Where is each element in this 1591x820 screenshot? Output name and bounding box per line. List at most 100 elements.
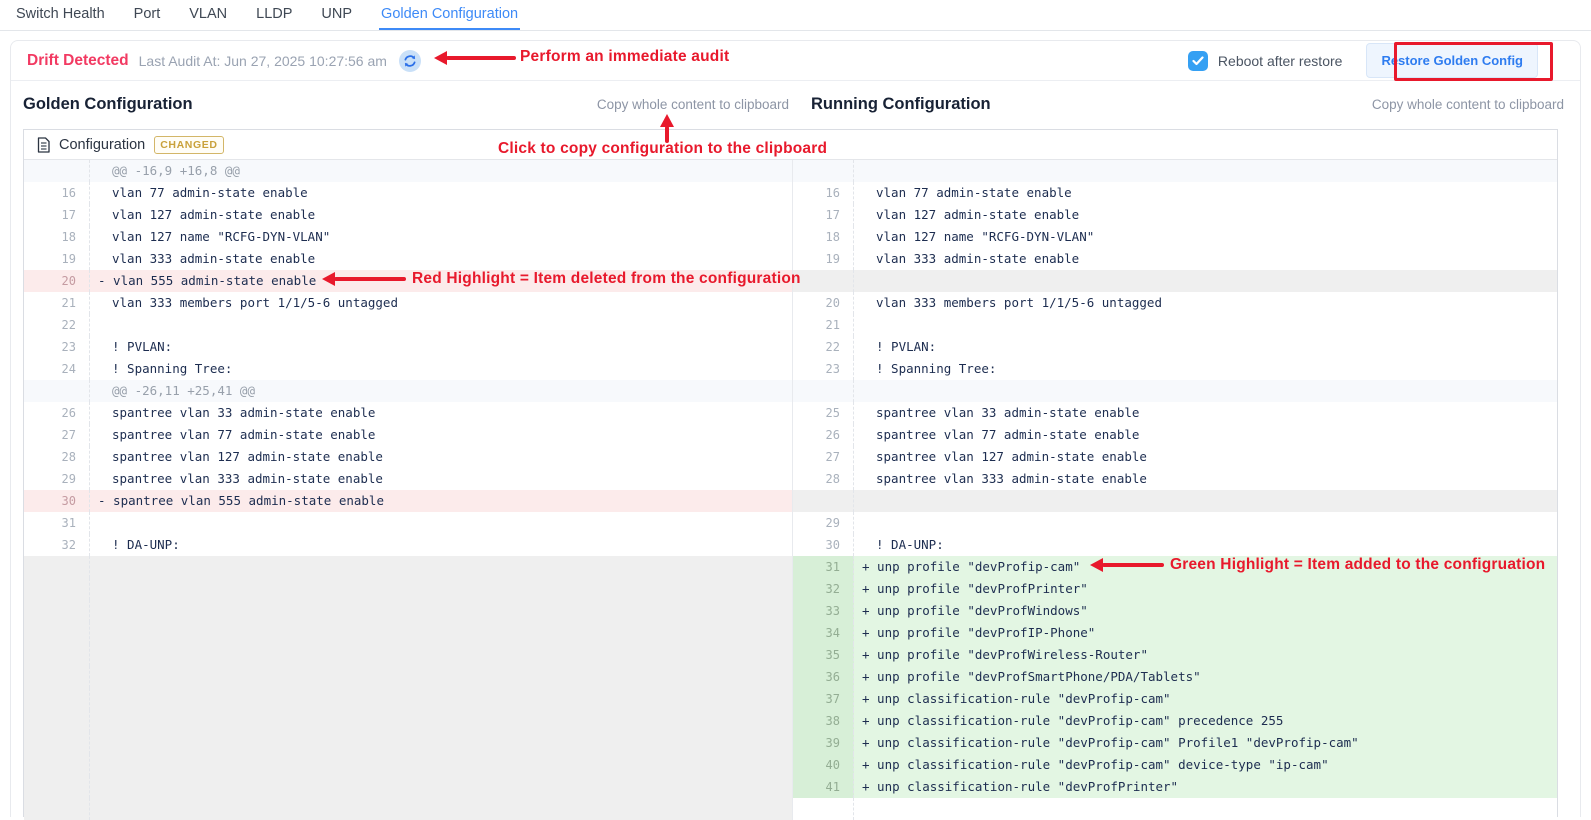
line-number: 23	[792, 358, 854, 380]
tab-lldp[interactable]: LLDP	[254, 0, 294, 30]
tab-golden-configuration[interactable]: Golden Configuration	[379, 0, 520, 30]
reboot-after-restore-label: Reboot after restore	[1218, 53, 1343, 69]
code-line	[90, 314, 792, 336]
code-line	[90, 556, 792, 578]
diff-file-label: Configuration	[59, 137, 145, 153]
diff-row: 16vlan 77 admin-state enable16vlan 77 ad…	[24, 182, 1557, 204]
audit-banner: Drift Detected Last Audit At: Jun 27, 20…	[11, 41, 1580, 81]
code-line: ! Spanning Tree:	[90, 358, 792, 380]
code-line: + unp classification-rule "devProfip-cam…	[854, 688, 1557, 710]
copy-running-content-link[interactable]: Copy whole content to clipboard	[1372, 97, 1564, 112]
code-line: vlan 77 admin-state enable	[90, 182, 792, 204]
copy-golden-content-link[interactable]: Copy whole content to clipboard	[597, 97, 789, 112]
line-number: 28	[24, 446, 90, 468]
line-number	[792, 270, 854, 292]
line-number: 18	[792, 226, 854, 248]
diff-row: 30- spantree vlan 555 admin-state enable	[24, 490, 1557, 512]
line-number	[24, 160, 90, 182]
golden-configuration-title: Golden Configuration	[23, 95, 193, 114]
annotation-restore-button-highlight	[1394, 42, 1553, 81]
diff-row: @@ -16,9 +16,8 @@	[24, 160, 1557, 182]
hunk-header	[854, 380, 1557, 402]
line-number: 30	[792, 534, 854, 556]
line-number: 40	[792, 754, 854, 776]
diff-row: 34+ unp profile "devProfIP-Phone"	[24, 622, 1557, 644]
line-number: 24	[24, 358, 90, 380]
diff-row: 32+ unp profile "devProfPrinter"	[24, 578, 1557, 600]
line-number: 25	[792, 402, 854, 424]
line-number	[792, 490, 854, 512]
line-number	[24, 710, 90, 732]
line-number: 17	[24, 204, 90, 226]
line-number	[24, 622, 90, 644]
code-line: + unp profile "devProfWindows"	[854, 600, 1557, 622]
tab-switch-health[interactable]: Switch Health	[14, 0, 107, 30]
line-number: 41	[792, 776, 854, 798]
diff-row: 39+ unp classification-rule "devProfip-c…	[24, 732, 1557, 754]
hunk-header: @@ -16,9 +16,8 @@	[90, 160, 792, 182]
line-number: 32	[24, 534, 90, 556]
code-line	[90, 710, 792, 732]
diff-row: 29spantree vlan 333 admin-state enable28…	[24, 468, 1557, 490]
line-number: 23	[24, 336, 90, 358]
run-audit-button[interactable]	[399, 50, 421, 72]
line-number: 32	[792, 578, 854, 600]
line-number: 29	[24, 468, 90, 490]
line-number: 19	[792, 248, 854, 270]
tab-vlan[interactable]: VLAN	[187, 0, 229, 30]
code-line: + unp profile "devProfIP-Phone"	[854, 622, 1557, 644]
line-number	[24, 380, 90, 402]
sync-refresh-icon	[403, 54, 417, 68]
diff-row: 40+ unp classification-rule "devProfip-c…	[24, 754, 1557, 776]
diff-row: 35+ unp profile "devProfWireless-Router"	[24, 644, 1557, 666]
check-icon	[1192, 56, 1204, 66]
diff-row: 23! PVLAN:22! PVLAN:	[24, 336, 1557, 358]
line-number	[24, 754, 90, 776]
tab-unp[interactable]: UNP	[319, 0, 354, 30]
diff-row: 17vlan 127 admin-state enable17vlan 127 …	[24, 204, 1557, 226]
code-line: + unp classification-rule "devProfip-cam…	[854, 710, 1557, 732]
diff-row: 26spantree vlan 33 admin-state enable25s…	[24, 402, 1557, 424]
code-line	[854, 512, 1557, 534]
line-number: 21	[24, 292, 90, 314]
code-line	[90, 754, 792, 776]
code-line: spantree vlan 77 admin-state enable	[90, 424, 792, 446]
line-number: 17	[792, 204, 854, 226]
line-number: 22	[792, 336, 854, 358]
code-line	[90, 666, 792, 688]
line-number: 37	[792, 688, 854, 710]
diff-rows: @@ -16,9 +16,8 @@16vlan 77 admin-state e…	[24, 160, 1557, 820]
tab-port[interactable]: Port	[132, 0, 163, 30]
line-number: 20	[792, 292, 854, 314]
diff-row: 38+ unp classification-rule "devProfip-c…	[24, 710, 1557, 732]
changed-status-badge: CHANGED	[154, 136, 223, 154]
code-line: vlan 127 admin-state enable	[90, 204, 792, 226]
line-number: 16	[792, 182, 854, 204]
reboot-after-restore-checkbox[interactable]	[1188, 51, 1208, 71]
line-number	[24, 556, 90, 578]
code-line	[90, 622, 792, 644]
line-number: 30	[24, 490, 90, 512]
last-audit-timestamp: Last Audit At: Jun 27, 2025 10:27:56 am	[139, 53, 387, 69]
code-line: vlan 333 members port 1/1/5-6 untagged	[854, 292, 1557, 314]
code-line	[90, 600, 792, 622]
code-line: ! Spanning Tree:	[854, 358, 1557, 380]
code-line: ! DA-UNP:	[854, 534, 1557, 556]
code-line	[90, 732, 792, 754]
annotation-deleted-hint: Red Highlight = Item deleted from the co…	[412, 270, 801, 288]
diff-row: 32! DA-UNP:30! DA-UNP:	[24, 534, 1557, 556]
code-line	[854, 314, 1557, 336]
line-number	[24, 666, 90, 688]
line-number: 33	[792, 600, 854, 622]
line-number	[24, 732, 90, 754]
code-line	[854, 490, 1557, 512]
diff-row: 28spantree vlan 127 admin-state enable27…	[24, 446, 1557, 468]
code-line: spantree vlan 77 admin-state enable	[854, 424, 1557, 446]
line-number: 18	[24, 226, 90, 248]
diff-row: 41+ unp classification-rule "devProfPrin…	[24, 776, 1557, 798]
diff-row: 24! Spanning Tree:23! Spanning Tree:	[24, 358, 1557, 380]
line-number: 36	[792, 666, 854, 688]
line-number	[792, 380, 854, 402]
code-line: spantree vlan 333 admin-state enable	[854, 468, 1557, 490]
line-number: 39	[792, 732, 854, 754]
